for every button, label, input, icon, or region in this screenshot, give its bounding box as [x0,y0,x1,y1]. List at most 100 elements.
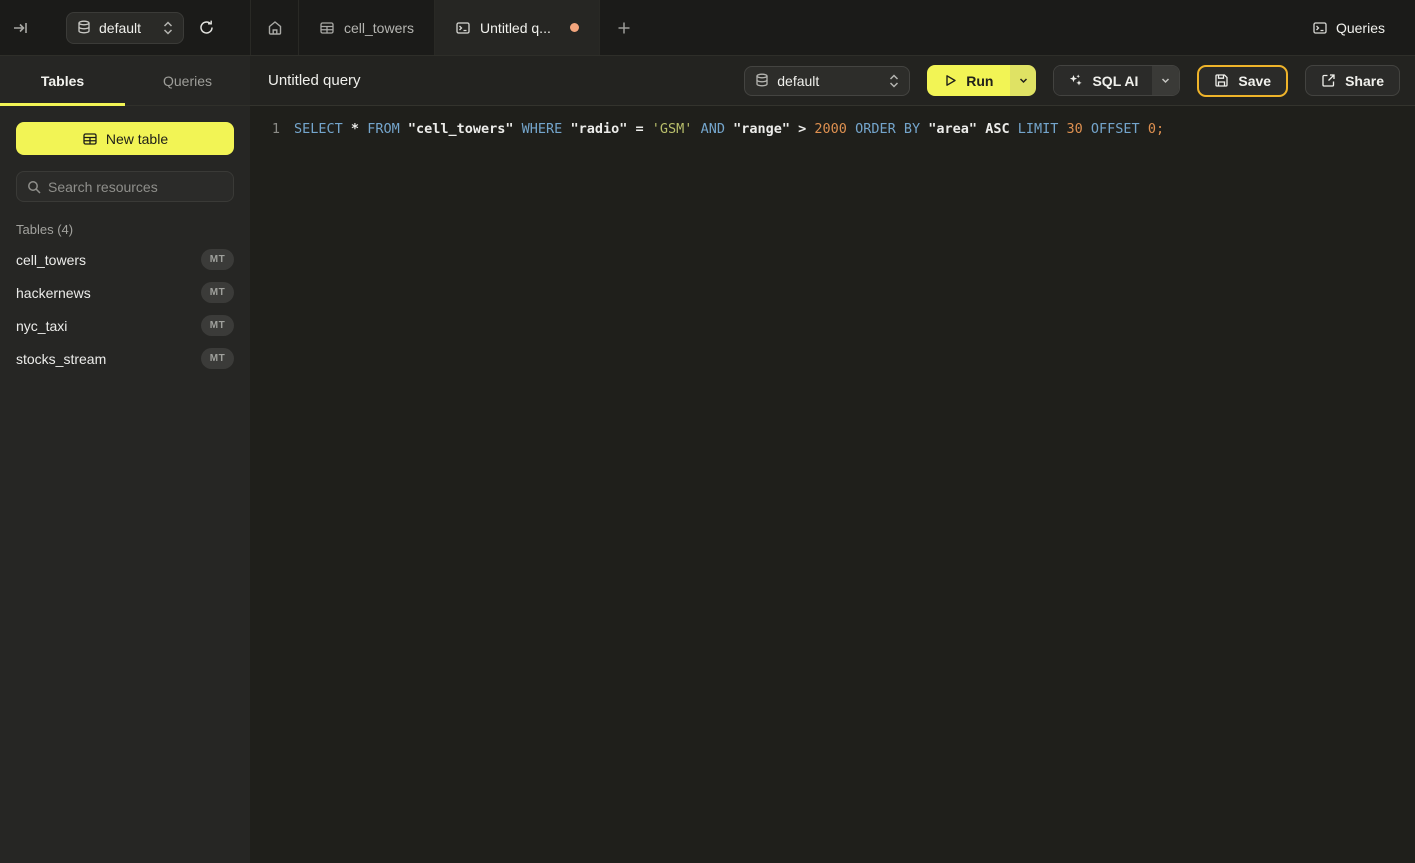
topbar-database-select[interactable]: default [66,12,184,44]
select-updown-icon [889,74,899,88]
refresh-icon [198,19,215,36]
run-split-button: Run [927,65,1036,96]
table-list-item[interactable]: cell_towers MT [16,243,234,276]
share-button[interactable]: Share [1305,65,1400,96]
sql-token: 0; [1148,121,1164,137]
share-icon [1321,73,1336,88]
topbar-tabs: cell_towers Untitled q... [250,0,1415,56]
sidebar-content: New table Tables (4) cell_towersMThacker… [0,106,250,391]
sql-code-line: SELECT * FROM "cell_towers" WHERE "radio… [294,119,1164,863]
unsaved-changes-dot [570,23,579,32]
table-icon [82,131,98,147]
queries-button-label: Queries [1336,20,1385,36]
sql-token: = [636,121,644,137]
sql-token: FROM [367,121,400,137]
sidebar-tab-label: Tables [41,73,84,89]
table-list-item[interactable]: stocks_stream MT [16,342,234,375]
console-icon [1312,20,1328,36]
topbar-left: default [0,0,250,56]
new-tab-button[interactable] [600,0,648,56]
sql-editor[interactable]: 1 SELECT * FROM "cell_towers" WHERE "rad… [250,106,1415,863]
sql-token: AND [701,121,725,137]
database-icon [77,20,91,35]
run-options-button[interactable] [1010,65,1036,96]
table-engine-badge: MT [201,315,234,336]
topbar-spacer [648,0,1302,55]
table-engine-badge: MT [201,249,234,270]
tab-label: cell_towers [344,20,414,36]
chevron-down-icon [1160,75,1171,86]
sql-token: LIMIT [1018,121,1059,137]
tables-section-label: Tables (4) [16,222,234,237]
table-name: hackernews [16,285,91,301]
sql-ai-button-label: SQL AI [1092,73,1138,89]
run-button[interactable]: Run [927,65,1010,96]
query-database-value: default [777,73,881,89]
sidebar-tab-label: Queries [163,73,212,89]
save-button[interactable]: Save [1197,65,1288,97]
search-resources-input[interactable] [48,179,229,195]
table-engine-badge: MT [201,348,234,369]
sql-token: 2000 [814,121,847,137]
table-name: cell_towers [16,252,86,268]
sql-token: 'GSM' [652,121,693,137]
console-icon [455,20,471,36]
collapse-sidebar-button[interactable] [0,0,40,56]
save-icon [1214,73,1229,88]
sql-token: WHERE [522,121,563,137]
tab-home[interactable] [250,0,299,55]
table-list-item[interactable]: nyc_taxiMT [16,309,234,342]
sql-ai-options-button[interactable] [1152,66,1179,95]
query-database-select[interactable]: default [744,66,910,96]
sql-token: "radio" [570,121,627,137]
sql-token: SELECT [294,121,343,137]
table-list-item[interactable]: hackernews MT [16,276,234,309]
topbar-database-value: default [99,20,155,36]
search-icon [27,180,41,194]
sparkles-icon [1068,73,1083,88]
sql-token: "area" [928,121,977,137]
search-resources-box [16,171,234,202]
sidebar: Tables Queries New table [0,56,250,863]
sql-token: BY [904,121,920,137]
new-table-label: New table [106,131,168,147]
sql-ai-split-button: SQL AI [1053,65,1180,96]
chevron-down-icon [1018,75,1029,86]
share-button-label: Share [1345,73,1384,89]
tab-cell-towers[interactable]: cell_towers [299,0,435,55]
table-name: stocks_stream [16,351,106,367]
sql-token: OFFSET [1091,121,1140,137]
sql-token: 30 [1067,121,1083,137]
query-toolbar: Untitled query default [250,56,1415,106]
sidebar-tabs: Tables Queries [0,56,250,106]
sql-token: > [798,121,806,137]
sql-token: ORDER [855,121,896,137]
sidebar-tab-tables[interactable]: Tables [0,56,125,105]
line-number: 1 [250,119,280,863]
play-icon [944,74,957,87]
queries-button[interactable]: Queries [1302,10,1395,45]
query-title: Untitled query [268,72,361,89]
table-icon [319,20,335,36]
plus-icon [616,20,632,36]
sql-ai-button[interactable]: SQL AI [1054,66,1152,95]
database-icon [755,73,769,88]
sql-token: "range" [733,121,790,137]
tab-label: Untitled q... [480,20,551,36]
sql-token: ASC [985,121,1009,137]
save-button-label: Save [1238,73,1271,89]
refresh-button[interactable] [184,0,228,56]
select-updown-icon [163,21,173,35]
app-window: default [0,0,1415,863]
run-button-label: Run [966,73,993,89]
table-engine-badge: MT [201,282,234,303]
collapse-sidebar-icon [12,20,28,36]
new-table-button[interactable]: New table [16,122,234,155]
main-panel: Untitled query default [250,56,1415,863]
sidebar-tab-queries[interactable]: Queries [125,56,250,105]
tables-list: cell_towersMThackernewsMTnyc_taxiMTstock… [16,243,234,375]
toolbar-controls: default Run [744,65,1400,97]
home-icon [267,20,283,36]
tab-untitled-query[interactable]: Untitled q... [435,0,600,55]
sql-token: "cell_towers" [408,121,514,137]
